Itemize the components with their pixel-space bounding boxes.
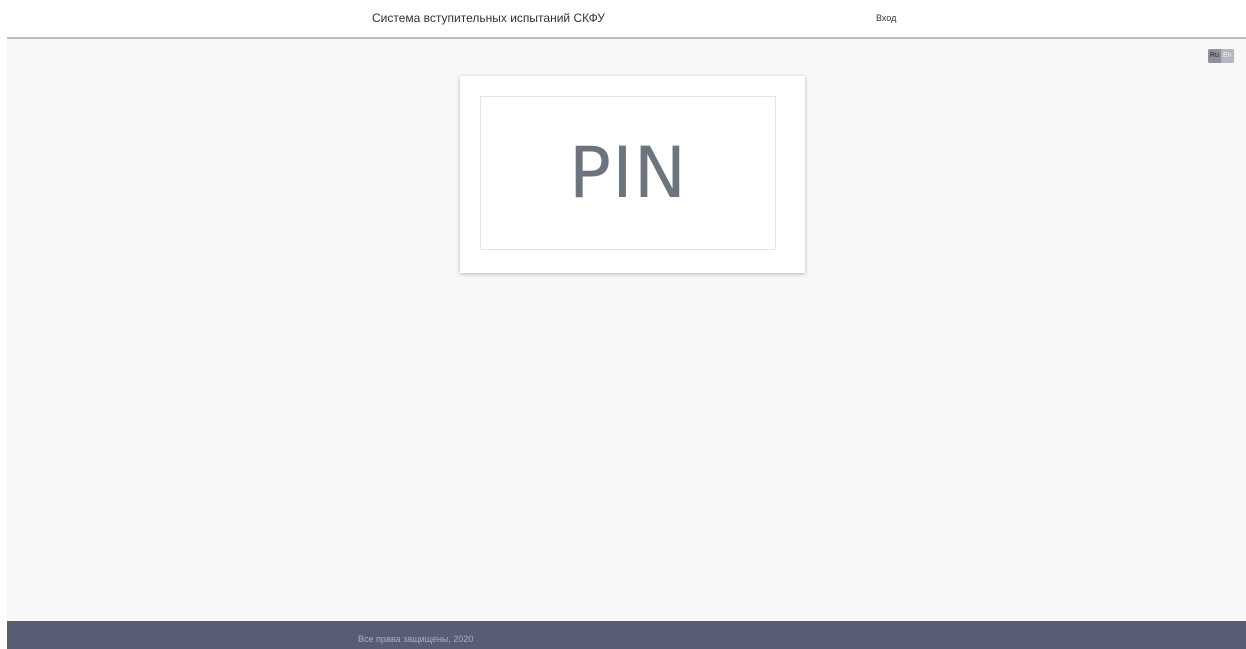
pin-input[interactable]: PIN: [480, 96, 776, 250]
language-switch: Ru En: [1208, 49, 1234, 63]
header: Система вступительных испытаний СКФУ Вхо…: [0, 0, 1246, 37]
footer: Все права защищены, 2020: [7, 621, 1246, 649]
lang-ru-button[interactable]: Ru: [1208, 49, 1221, 63]
login-link[interactable]: Вход: [876, 13, 896, 23]
lang-en-button[interactable]: En: [1220, 49, 1234, 63]
pin-card: PIN: [460, 76, 805, 273]
copyright-text: Все права защищены, 2020: [358, 634, 474, 644]
pin-placeholder: PIN: [568, 132, 688, 214]
site-title-link[interactable]: Система вступительных испытаний СКФУ: [372, 11, 605, 25]
